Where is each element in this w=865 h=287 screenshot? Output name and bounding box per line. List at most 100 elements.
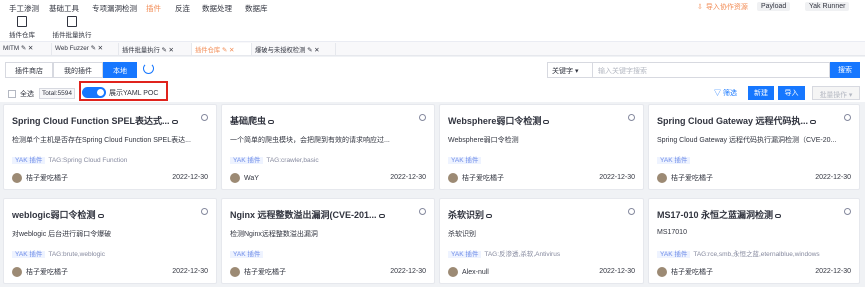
store-toolbar: 插件商店 我的插件 本地 关键字 ▾ 输入关键字搜索 搜索 bbox=[0, 57, 865, 84]
avatar bbox=[12, 267, 22, 277]
card-author[interactable]: 桔子爱吃橘子 bbox=[657, 267, 713, 277]
segment-plugin-store[interactable]: 插件商店 bbox=[5, 62, 53, 78]
card-description: 检测Nginx远程整数溢出漏洞 bbox=[230, 231, 318, 238]
import-button[interactable]: 导入 bbox=[778, 86, 805, 100]
show-yaml-label: 展示YAML POC bbox=[109, 90, 159, 97]
card-tag-list: TAG:brute,weblogic bbox=[48, 251, 105, 258]
new-button[interactable]: 新建 bbox=[748, 86, 774, 100]
search-button[interactable]: 搜索 bbox=[830, 62, 860, 78]
cloud-icon bbox=[268, 120, 275, 124]
share-icon[interactable] bbox=[628, 114, 635, 121]
card-date: 2022-12-30 bbox=[172, 174, 208, 181]
share-icon[interactable] bbox=[628, 208, 635, 215]
cloud-icon bbox=[97, 214, 104, 218]
card-description: 对weblogic 后台进行弱口令爆破 bbox=[12, 231, 112, 238]
menu-manual-test[interactable]: 手工渗测 bbox=[9, 3, 39, 14]
show-yaml-toggle[interactable] bbox=[82, 87, 106, 98]
cloud-icon bbox=[775, 214, 782, 218]
segment-local[interactable]: 本地 bbox=[103, 62, 137, 78]
plugin-batch-icon bbox=[67, 16, 77, 27]
select-all-checkbox[interactable] bbox=[8, 90, 16, 98]
avatar bbox=[448, 267, 458, 277]
card-tags: YAK 插件 TAG:brute,weblogic bbox=[12, 248, 210, 258]
menu-vuln-detect[interactable]: 专项漏洞检测 bbox=[92, 3, 137, 14]
share-icon[interactable] bbox=[419, 208, 426, 215]
card-description: MS17010 bbox=[657, 229, 687, 236]
plugin-card[interactable]: MS17-010 永恒之蓝漏洞检测 MS17010 YAK 插件 TAG:rce,sm… bbox=[648, 198, 860, 284]
plugin-card[interactable]: Spring Cloud Function SPEL表达式... 检测单个主机是否… bbox=[3, 104, 217, 190]
card-author[interactable]: Alex-null bbox=[448, 267, 489, 277]
share-icon[interactable] bbox=[201, 208, 208, 215]
card-author[interactable]: 桔子爱吃橘子 bbox=[230, 267, 286, 277]
avatar bbox=[230, 173, 240, 183]
card-tags: YAK 插件 TAG:crawler,basic bbox=[230, 154, 428, 164]
card-date: 2022-12-30 bbox=[815, 174, 851, 181]
plugin-card[interactable]: 杀软识别 杀软识别 YAK 插件 TAG:反渗透,杀软,Antivirus Alex-n… bbox=[439, 198, 644, 284]
card-title[interactable]: 杀软识别 bbox=[448, 208, 625, 221]
share-icon[interactable] bbox=[419, 114, 426, 121]
payload-button[interactable]: Payload bbox=[757, 2, 791, 11]
segment-my-plugins[interactable]: 我的插件 bbox=[53, 62, 103, 78]
card-author[interactable]: 桔子爱吃橘子 bbox=[12, 267, 68, 277]
plugin-store-tool[interactable]: 插件仓库 bbox=[0, 16, 44, 39]
refresh-icon[interactable] bbox=[143, 63, 154, 74]
plugin-card[interactable]: weblogic弱口令检测对weblogic 后台进行弱口令爆破 YAK 插件 TA… bbox=[3, 198, 217, 284]
import-resources-link[interactable]: ⇩ 导入协作资源 bbox=[697, 2, 748, 12]
avatar bbox=[657, 173, 667, 183]
plugin-card[interactable]: Nginx 远程整数溢出漏洞(CVE-201... 检测Nginx远程整数溢出漏洞… bbox=[221, 198, 435, 284]
menu-database[interactable]: 数据库 bbox=[245, 3, 268, 14]
card-title[interactable]: Websphere弱口令检测 bbox=[448, 114, 625, 127]
card-tags: YAK 插件 bbox=[230, 248, 428, 258]
card-author[interactable]: 桔子爱吃橘子 bbox=[12, 173, 68, 183]
top-menu-bar: 手工渗测 基础工具 专项漏洞检测 插件 反连 数据处理 数据库 ⇩ 导入协作资源… bbox=[0, 0, 865, 15]
card-tags: YAK 插件 bbox=[657, 154, 853, 164]
keyword-select[interactable]: 关键字 ▾ bbox=[547, 62, 593, 78]
yak-plugin-badge: YAK 插件 bbox=[448, 251, 482, 258]
card-tag-list: TAG:Spring Cloud Function bbox=[48, 157, 128, 164]
tab-mitm[interactable]: MITM ✎ ✕ bbox=[0, 43, 52, 55]
payload-label: Payload bbox=[757, 2, 791, 11]
menu-reverse[interactable]: 反连 bbox=[175, 3, 190, 14]
menu-basic-tools[interactable]: 基础工具 bbox=[49, 3, 79, 14]
menu-plugins[interactable]: 插件 bbox=[146, 3, 161, 14]
tab-brute[interactable]: 爆破与未授权检测 ✎ ✕ bbox=[252, 43, 336, 55]
filter-link[interactable]: ▽ 筛选 bbox=[714, 88, 737, 98]
card-author[interactable]: 桔子爱吃橘子 bbox=[448, 173, 504, 183]
cloud-icon bbox=[486, 214, 493, 218]
cloud-icon bbox=[543, 120, 550, 124]
tab-bar: MITM ✎ ✕ Web Fuzzer ✎ ✕ 插件批量执行 ✎ ✕ 插件仓库 … bbox=[0, 42, 865, 56]
tab-web-fuzzer[interactable]: Web Fuzzer ✎ ✕ bbox=[52, 43, 119, 55]
yak-plugin-badge: YAK 插件 bbox=[657, 157, 691, 164]
cloud-icon bbox=[810, 120, 817, 124]
card-title[interactable]: weblogic弱口令检测 bbox=[12, 208, 198, 221]
card-author[interactable]: 桔子爱吃橘子 bbox=[657, 173, 713, 183]
card-author[interactable]: WaY bbox=[230, 173, 259, 183]
share-icon[interactable] bbox=[844, 208, 851, 215]
plugin-batch-tool[interactable]: 插件批量执行 bbox=[50, 16, 94, 39]
yak-plugin-badge: YAK 插件 bbox=[230, 157, 264, 164]
card-title[interactable]: Nginx 远程整数溢出漏洞(CVE-201... bbox=[230, 208, 416, 221]
share-icon[interactable] bbox=[201, 114, 208, 121]
yak-plugin-badge: YAK 插件 bbox=[12, 251, 46, 258]
tab-plugin-store[interactable]: 插件仓库 ✎ ✕ bbox=[192, 43, 252, 55]
card-title[interactable]: Spring Cloud Function SPEL表达式... bbox=[12, 114, 198, 127]
menu-data-process[interactable]: 数据处理 bbox=[202, 3, 232, 14]
card-title[interactable]: Spring Cloud Gateway 远程代码执... bbox=[657, 114, 841, 127]
sub-toolbar: 插件仓库 插件批量执行 bbox=[0, 15, 865, 42]
card-title[interactable]: MS17-010 永恒之蓝漏洞检测 bbox=[657, 208, 841, 221]
yak-plugin-badge: YAK 插件 bbox=[657, 251, 691, 258]
yak-runner-button[interactable]: Yak Runner bbox=[805, 2, 850, 11]
plugin-card[interactable]: 基础爬虫 一个简单的爬虫模块，会把爬到有效的请求响应过... YAK 插件 TAG:c… bbox=[221, 104, 435, 190]
search-input[interactable]: 输入关键字搜索 bbox=[593, 62, 830, 78]
tab-plugin-batch[interactable]: 插件批量执行 ✎ ✕ bbox=[119, 43, 192, 55]
avatar bbox=[230, 267, 240, 277]
card-title[interactable]: 基础爬虫 bbox=[230, 114, 416, 127]
batch-ops-button[interactable]: 批量操作 ▾ bbox=[812, 86, 860, 100]
card-description: 杀软识别 bbox=[448, 231, 476, 238]
card-date: 2022-12-30 bbox=[172, 268, 208, 275]
share-icon[interactable] bbox=[844, 114, 851, 121]
card-tags: YAK 插件 TAG:Spring Cloud Function bbox=[12, 154, 210, 164]
card-description: Websphere弱口令检测 bbox=[448, 137, 519, 144]
plugin-card[interactable]: Websphere弱口令检测 Websphere弱口令检测 YAK 插件 桔子爱吃橘子… bbox=[439, 104, 644, 190]
plugin-card[interactable]: Spring Cloud Gateway 远程代码执... Spring Clou… bbox=[648, 104, 860, 190]
